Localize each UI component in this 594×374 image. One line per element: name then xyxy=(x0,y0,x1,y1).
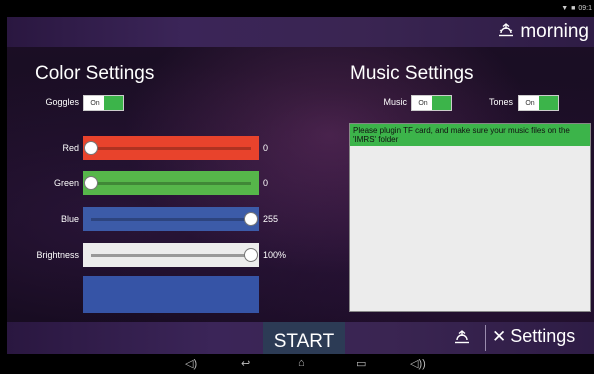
color-settings-title: Color Settings xyxy=(35,63,155,84)
app-screen: morning Color Settings Goggles On Music … xyxy=(7,17,594,354)
tones-label: Tones xyxy=(488,97,513,107)
green-label: Green xyxy=(53,178,79,188)
brightness-slider-track xyxy=(91,254,251,257)
blue-value: 255 xyxy=(263,214,279,224)
blue-slider[interactable] xyxy=(83,207,259,231)
page-title: morning xyxy=(520,21,589,42)
green-slider-thumb[interactable] xyxy=(84,176,98,190)
goggles-toggle[interactable]: On xyxy=(83,95,124,111)
music-settings-title: Music Settings xyxy=(350,63,474,84)
settings-button[interactable]: ✕ Settings xyxy=(492,326,575,347)
blue-slider-track xyxy=(91,218,251,221)
status-bar: ▼ ■ 09:1 xyxy=(7,0,594,17)
tools-icon: ✕ xyxy=(492,326,507,346)
sunrise-icon[interactable] xyxy=(498,23,514,41)
goggles-label: Goggles xyxy=(45,97,79,107)
brightness-label: Brightness xyxy=(36,250,79,260)
green-slider[interactable] xyxy=(83,171,259,195)
divider xyxy=(485,325,486,351)
wifi-icon: ▼ xyxy=(561,5,569,12)
music-message: Please plugin TF card, and make sure you… xyxy=(350,124,590,146)
red-label: Red xyxy=(62,143,79,153)
volume-down-icon[interactable]: ◁) xyxy=(185,357,197,370)
tones-toggle[interactable]: On xyxy=(518,95,559,111)
battery-icon: ■ xyxy=(571,5,576,12)
volume-up-icon[interactable]: ◁)) xyxy=(410,357,426,370)
back-icon[interactable]: ↩ xyxy=(241,357,250,370)
toggle-knob xyxy=(539,96,558,110)
red-slider[interactable] xyxy=(83,136,259,160)
color-preview xyxy=(83,276,259,313)
green-value: 0 xyxy=(263,178,269,188)
brightness-slider[interactable] xyxy=(83,243,259,267)
music-toggle[interactable]: On xyxy=(411,95,452,111)
red-slider-thumb[interactable] xyxy=(84,141,98,155)
blue-label: Blue xyxy=(60,214,79,224)
toggle-knob xyxy=(104,96,123,110)
music-label: Music xyxy=(383,97,407,107)
music-message-panel[interactable]: Please plugin TF card, and make sure you… xyxy=(349,123,591,312)
green-slider-track xyxy=(91,182,251,185)
brightness-slider-thumb[interactable] xyxy=(244,248,258,262)
status-time: 09:1 xyxy=(578,5,592,12)
blue-slider-thumb[interactable] xyxy=(244,212,258,226)
top-bar: morning xyxy=(7,17,594,47)
red-slider-track xyxy=(91,147,251,150)
bottom-bar: START ✕ Settings xyxy=(7,322,594,354)
start-button[interactable]: START xyxy=(263,322,345,354)
settings-label: Settings xyxy=(510,326,576,346)
toggle-knob xyxy=(432,96,451,110)
tones-toggle-state: On xyxy=(525,99,535,107)
home-icon[interactable]: ⌂ xyxy=(298,357,305,369)
music-toggle-state: On xyxy=(418,99,428,107)
red-value: 0 xyxy=(263,143,269,153)
alarm-icon[interactable] xyxy=(453,330,471,347)
brightness-value: 100% xyxy=(263,250,287,260)
nav-bar: ◁) ↩ ⌂ ▭ ◁)) xyxy=(7,354,594,374)
goggles-toggle-state: On xyxy=(90,99,100,107)
recents-icon[interactable]: ▭ xyxy=(356,357,366,370)
